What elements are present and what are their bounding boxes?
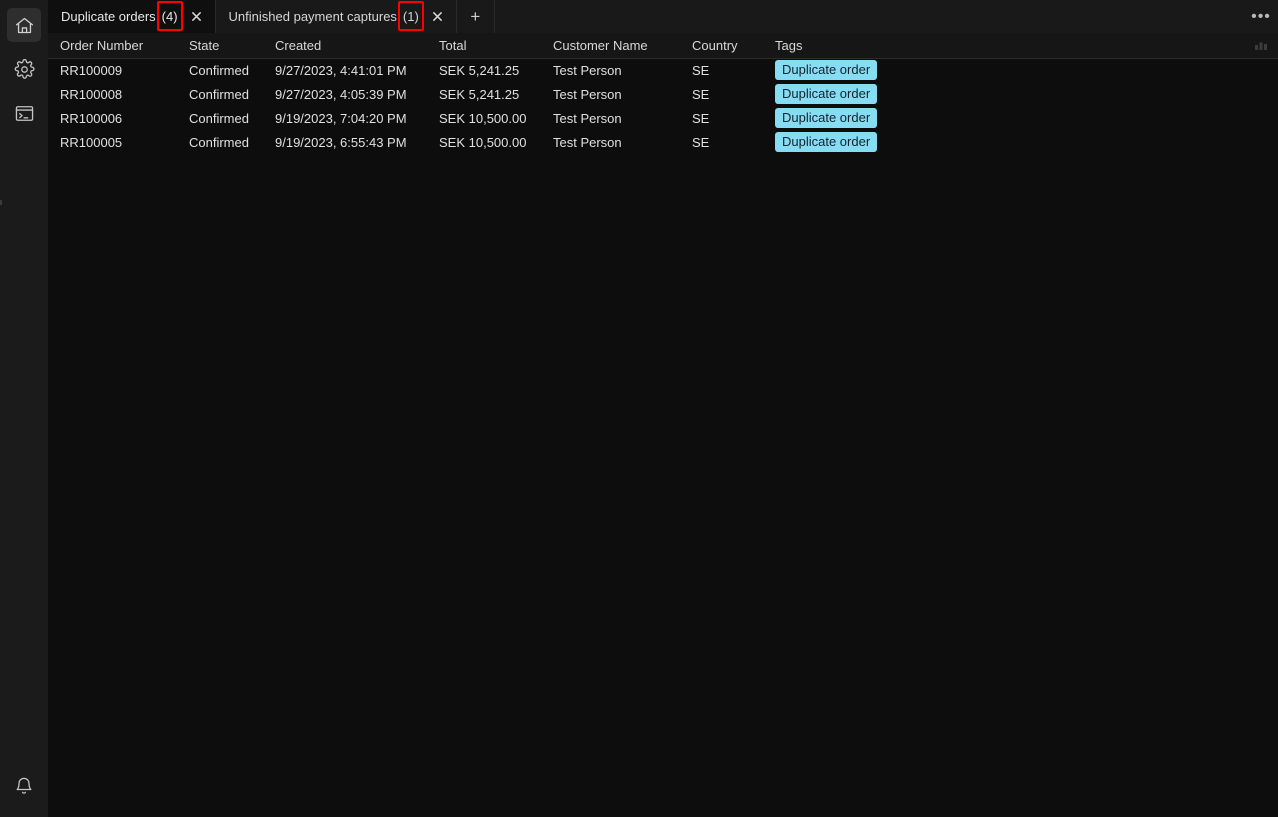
- column-header-state[interactable]: State: [177, 33, 263, 58]
- cell-customer-name: Test Person: [541, 130, 680, 154]
- sidebar-item-notifications[interactable]: [7, 769, 41, 803]
- cell-order-number: RR100005: [48, 130, 177, 154]
- tab-close-button[interactable]: [429, 8, 447, 26]
- cell-state: Confirmed: [177, 58, 263, 82]
- column-header-customer-name[interactable]: Customer Name: [541, 33, 680, 58]
- cell-country: SE: [680, 82, 763, 106]
- cell-order-number: RR100006: [48, 106, 177, 130]
- activity-bar: [0, 0, 48, 817]
- tab-strip: Duplicate orders (4) Unfinished payment …: [48, 0, 1278, 33]
- tab-close-button[interactable]: [188, 8, 206, 26]
- cell-state: Confirmed: [177, 82, 263, 106]
- cell-tags: Duplicate order: [763, 106, 1278, 130]
- cell-total: SEK 10,500.00: [427, 106, 541, 130]
- terminal-icon: [14, 103, 35, 124]
- cell-tags: Duplicate order: [763, 58, 1278, 82]
- tag-badge[interactable]: Duplicate order: [775, 132, 877, 152]
- cell-tags: Duplicate order: [763, 82, 1278, 106]
- orders-table-container: Order Number State Created Total Custome…: [48, 33, 1278, 817]
- column-header-tags[interactable]: Tags: [763, 33, 1278, 58]
- cell-customer-name: Test Person: [541, 82, 680, 106]
- tab-count-badge: (4): [162, 9, 178, 24]
- orders-table: Order Number State Created Total Custome…: [48, 33, 1278, 154]
- cell-state: Confirmed: [177, 106, 263, 130]
- ellipsis-icon: •••: [1251, 8, 1271, 26]
- cell-state: Confirmed: [177, 130, 263, 154]
- table-row[interactable]: RR100009 Confirmed 9/27/2023, 4:41:01 PM…: [48, 58, 1278, 82]
- cell-country: SE: [680, 58, 763, 82]
- plus-icon: +: [470, 7, 480, 27]
- column-header-order-number[interactable]: Order Number: [48, 33, 177, 58]
- tab-unfinished-payment-captures[interactable]: Unfinished payment captures (1): [216, 0, 457, 33]
- sidebar-item-terminal[interactable]: [7, 96, 41, 130]
- cell-order-number: RR100009: [48, 58, 177, 82]
- tab-strip-empty-area: [495, 0, 1244, 33]
- column-header-created[interactable]: Created: [263, 33, 427, 58]
- cell-total: SEK 10,500.00: [427, 130, 541, 154]
- cell-customer-name: Test Person: [541, 58, 680, 82]
- tab-strip-more-button[interactable]: •••: [1244, 0, 1278, 33]
- main-region: Duplicate orders (4) Unfinished payment …: [48, 0, 1278, 817]
- sidebar-item-settings[interactable]: [7, 52, 41, 86]
- tab-label: Unfinished payment captures: [229, 9, 397, 24]
- column-header-total[interactable]: Total: [427, 33, 541, 58]
- tag-badge[interactable]: Duplicate order: [775, 60, 877, 80]
- table-row[interactable]: RR100006 Confirmed 9/19/2023, 7:04:20 PM…: [48, 106, 1278, 130]
- home-icon: [14, 15, 35, 36]
- close-icon: [432, 11, 443, 22]
- table-row[interactable]: RR100008 Confirmed 9/27/2023, 4:05:39 PM…: [48, 82, 1278, 106]
- new-tab-button[interactable]: +: [457, 0, 495, 33]
- grid-options-icon[interactable]: [1255, 40, 1268, 51]
- cell-order-number: RR100008: [48, 82, 177, 106]
- app-window: Duplicate orders (4) Unfinished payment …: [0, 0, 1278, 817]
- cell-created: 9/27/2023, 4:05:39 PM: [263, 82, 427, 106]
- column-header-tags-label: Tags: [775, 38, 802, 53]
- table-header: Order Number State Created Total Custome…: [48, 33, 1278, 58]
- tab-count-badge: (1): [403, 9, 419, 24]
- tab-duplicate-orders[interactable]: Duplicate orders (4): [48, 0, 216, 33]
- cell-tags: Duplicate order: [763, 130, 1278, 154]
- cell-country: SE: [680, 106, 763, 130]
- close-icon: [191, 11, 202, 22]
- tag-badge[interactable]: Duplicate order: [775, 84, 877, 104]
- rail-edge-marker: [0, 200, 2, 205]
- sidebar-item-home[interactable]: [7, 8, 41, 42]
- cell-total: SEK 5,241.25: [427, 58, 541, 82]
- cell-created: 9/19/2023, 6:55:43 PM: [263, 130, 427, 154]
- cell-customer-name: Test Person: [541, 106, 680, 130]
- tab-label: Duplicate orders: [61, 9, 156, 24]
- cell-total: SEK 5,241.25: [427, 82, 541, 106]
- table-row[interactable]: RR100005 Confirmed 9/19/2023, 6:55:43 PM…: [48, 130, 1278, 154]
- table-body: RR100009 Confirmed 9/27/2023, 4:41:01 PM…: [48, 58, 1278, 154]
- column-header-country[interactable]: Country: [680, 33, 763, 58]
- cell-created: 9/19/2023, 7:04:20 PM: [263, 106, 427, 130]
- cell-country: SE: [680, 130, 763, 154]
- gear-icon: [14, 59, 35, 80]
- tag-badge[interactable]: Duplicate order: [775, 108, 877, 128]
- table-header-row: Order Number State Created Total Custome…: [48, 33, 1278, 58]
- bell-icon: [14, 776, 34, 796]
- cell-created: 9/27/2023, 4:41:01 PM: [263, 58, 427, 82]
